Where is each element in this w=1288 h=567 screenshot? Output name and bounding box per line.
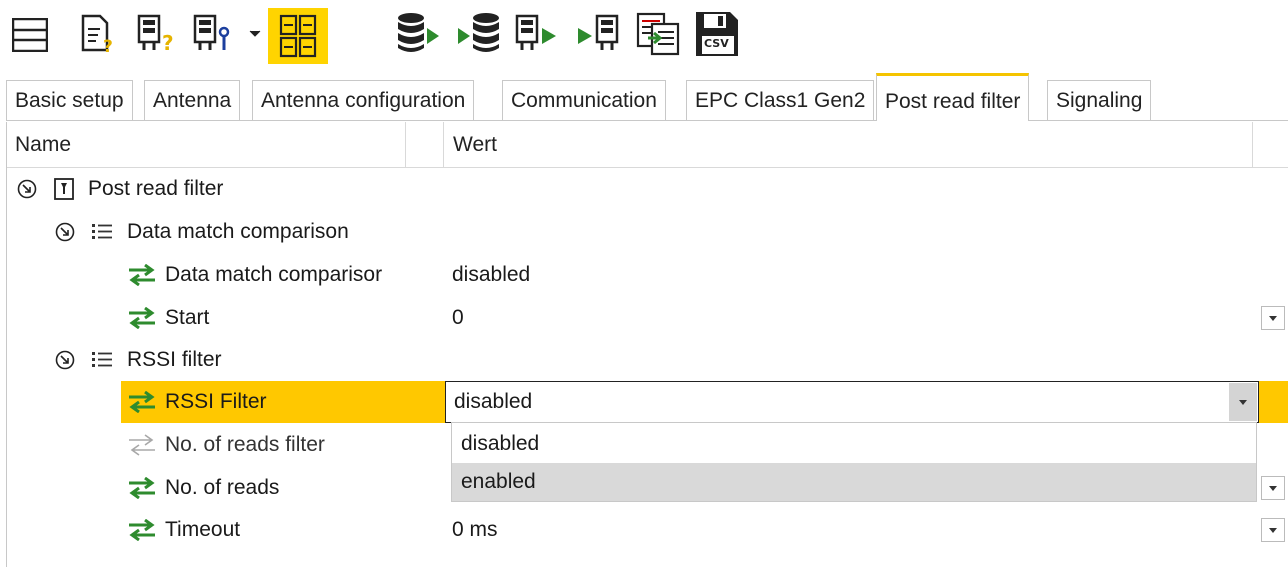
dropdown-button[interactable] (1261, 306, 1285, 330)
category-row-data-match-comparison[interactable]: Data match comparison (7, 211, 1288, 253)
swap-arrows-icon (129, 477, 155, 499)
grid-view-icon (279, 14, 317, 58)
save-csv-button[interactable]: CSV (694, 10, 742, 58)
swap-arrows-icon (129, 307, 155, 329)
property-row-rssi-filter[interactable]: RSSI Filter disabled (121, 381, 1288, 423)
toolbar: ? ? CSV (0, 0, 1288, 72)
tab-basic-setup[interactable]: Basic setup (6, 80, 133, 120)
dropdown-button[interactable] (1261, 518, 1285, 542)
property-label: No. of reads (165, 476, 280, 499)
tab-communication[interactable]: Communication (502, 80, 666, 120)
property-grid: Name Wert Post read filter Data match co… (6, 122, 1288, 567)
database-download-icon[interactable] (456, 12, 502, 56)
save-csv-icon (696, 12, 738, 56)
reader-info-icon[interactable] (192, 14, 236, 54)
column-header-name[interactable]: Name (15, 122, 71, 167)
database-upload-icon[interactable] (396, 12, 442, 56)
property-label: Start (165, 306, 210, 329)
svg-text:?: ? (162, 31, 174, 54)
dropdown-option-enabled[interactable]: enabled (452, 463, 1256, 501)
document-help-icon[interactable]: ? (80, 14, 116, 54)
tab-bar: Basic setup Antenna Antenna configuratio… (6, 72, 1288, 122)
swap-arrows-icon (129, 264, 155, 286)
grid-header: Name Wert (7, 122, 1288, 168)
category-label: Post read filter (88, 177, 224, 200)
property-row-data-match-comparisor[interactable]: Data match comparisor disabled (7, 254, 1288, 296)
combobox-arrow-button[interactable] (1229, 383, 1257, 421)
swap-arrows-icon (129, 519, 155, 541)
property-value[interactable]: disabled (452, 254, 530, 296)
reader-receive-icon[interactable] (576, 14, 622, 54)
dropdown-arrow-icon[interactable] (249, 30, 261, 38)
collapse-icon[interactable] (55, 350, 75, 370)
tab-antenna[interactable]: Antenna (144, 80, 241, 120)
property-row-start[interactable]: Start 0 (7, 297, 1288, 339)
property-label: No. of reads filter (165, 433, 325, 456)
column-divider (405, 122, 406, 167)
category-row-rssi-filter[interactable]: RSSI filter (7, 339, 1288, 381)
property-row-timeout[interactable]: Timeout 0 ms (7, 509, 1288, 551)
swap-arrows-disabled-icon (129, 434, 155, 456)
category-label: RSSI filter (127, 348, 222, 371)
tab-antenna-configuration[interactable]: Antenna configuration (252, 80, 475, 120)
tab-post-read-filter[interactable]: Post read filter (876, 73, 1030, 121)
reader-send-icon[interactable] (514, 14, 560, 54)
rssi-filter-dropdown-list: disabled enabled (451, 422, 1257, 502)
collapse-icon[interactable] (17, 179, 37, 199)
property-value[interactable]: 0 (452, 297, 464, 339)
combobox-value: disabled (454, 390, 533, 413)
category-label: Data match comparison (127, 220, 349, 243)
filter-doc-icon (54, 178, 74, 200)
property-value[interactable]: 0 ms (452, 509, 498, 551)
reader-help-icon[interactable]: ? (136, 14, 180, 54)
svg-text:?: ? (103, 37, 113, 54)
tab-signaling[interactable]: Signaling (1047, 80, 1152, 120)
tab-epc-class1-gen2[interactable]: EPC Class1 Gen2 (686, 80, 875, 120)
rssi-filter-combobox[interactable]: disabled (445, 381, 1259, 423)
panel-layout-icon[interactable] (12, 18, 48, 52)
column-divider (1252, 122, 1253, 167)
swap-arrows-icon (129, 391, 155, 413)
property-label: RSSI Filter (165, 390, 267, 413)
dropdown-button[interactable] (1261, 476, 1285, 500)
dropdown-option-disabled[interactable]: disabled (452, 425, 1256, 463)
csv-label: CSV (704, 37, 729, 50)
category-row-post-read-filter[interactable]: Post read filter (7, 168, 1288, 210)
list-icon (92, 224, 112, 239)
collapse-icon[interactable] (55, 222, 75, 242)
document-import-icon[interactable] (636, 12, 682, 56)
list-icon (92, 352, 112, 367)
property-label: Timeout (165, 518, 241, 541)
grid-view-button[interactable] (268, 8, 328, 64)
property-label: Data match comparisor (165, 263, 383, 286)
column-divider (443, 122, 444, 167)
column-header-value[interactable]: Wert (453, 122, 497, 167)
